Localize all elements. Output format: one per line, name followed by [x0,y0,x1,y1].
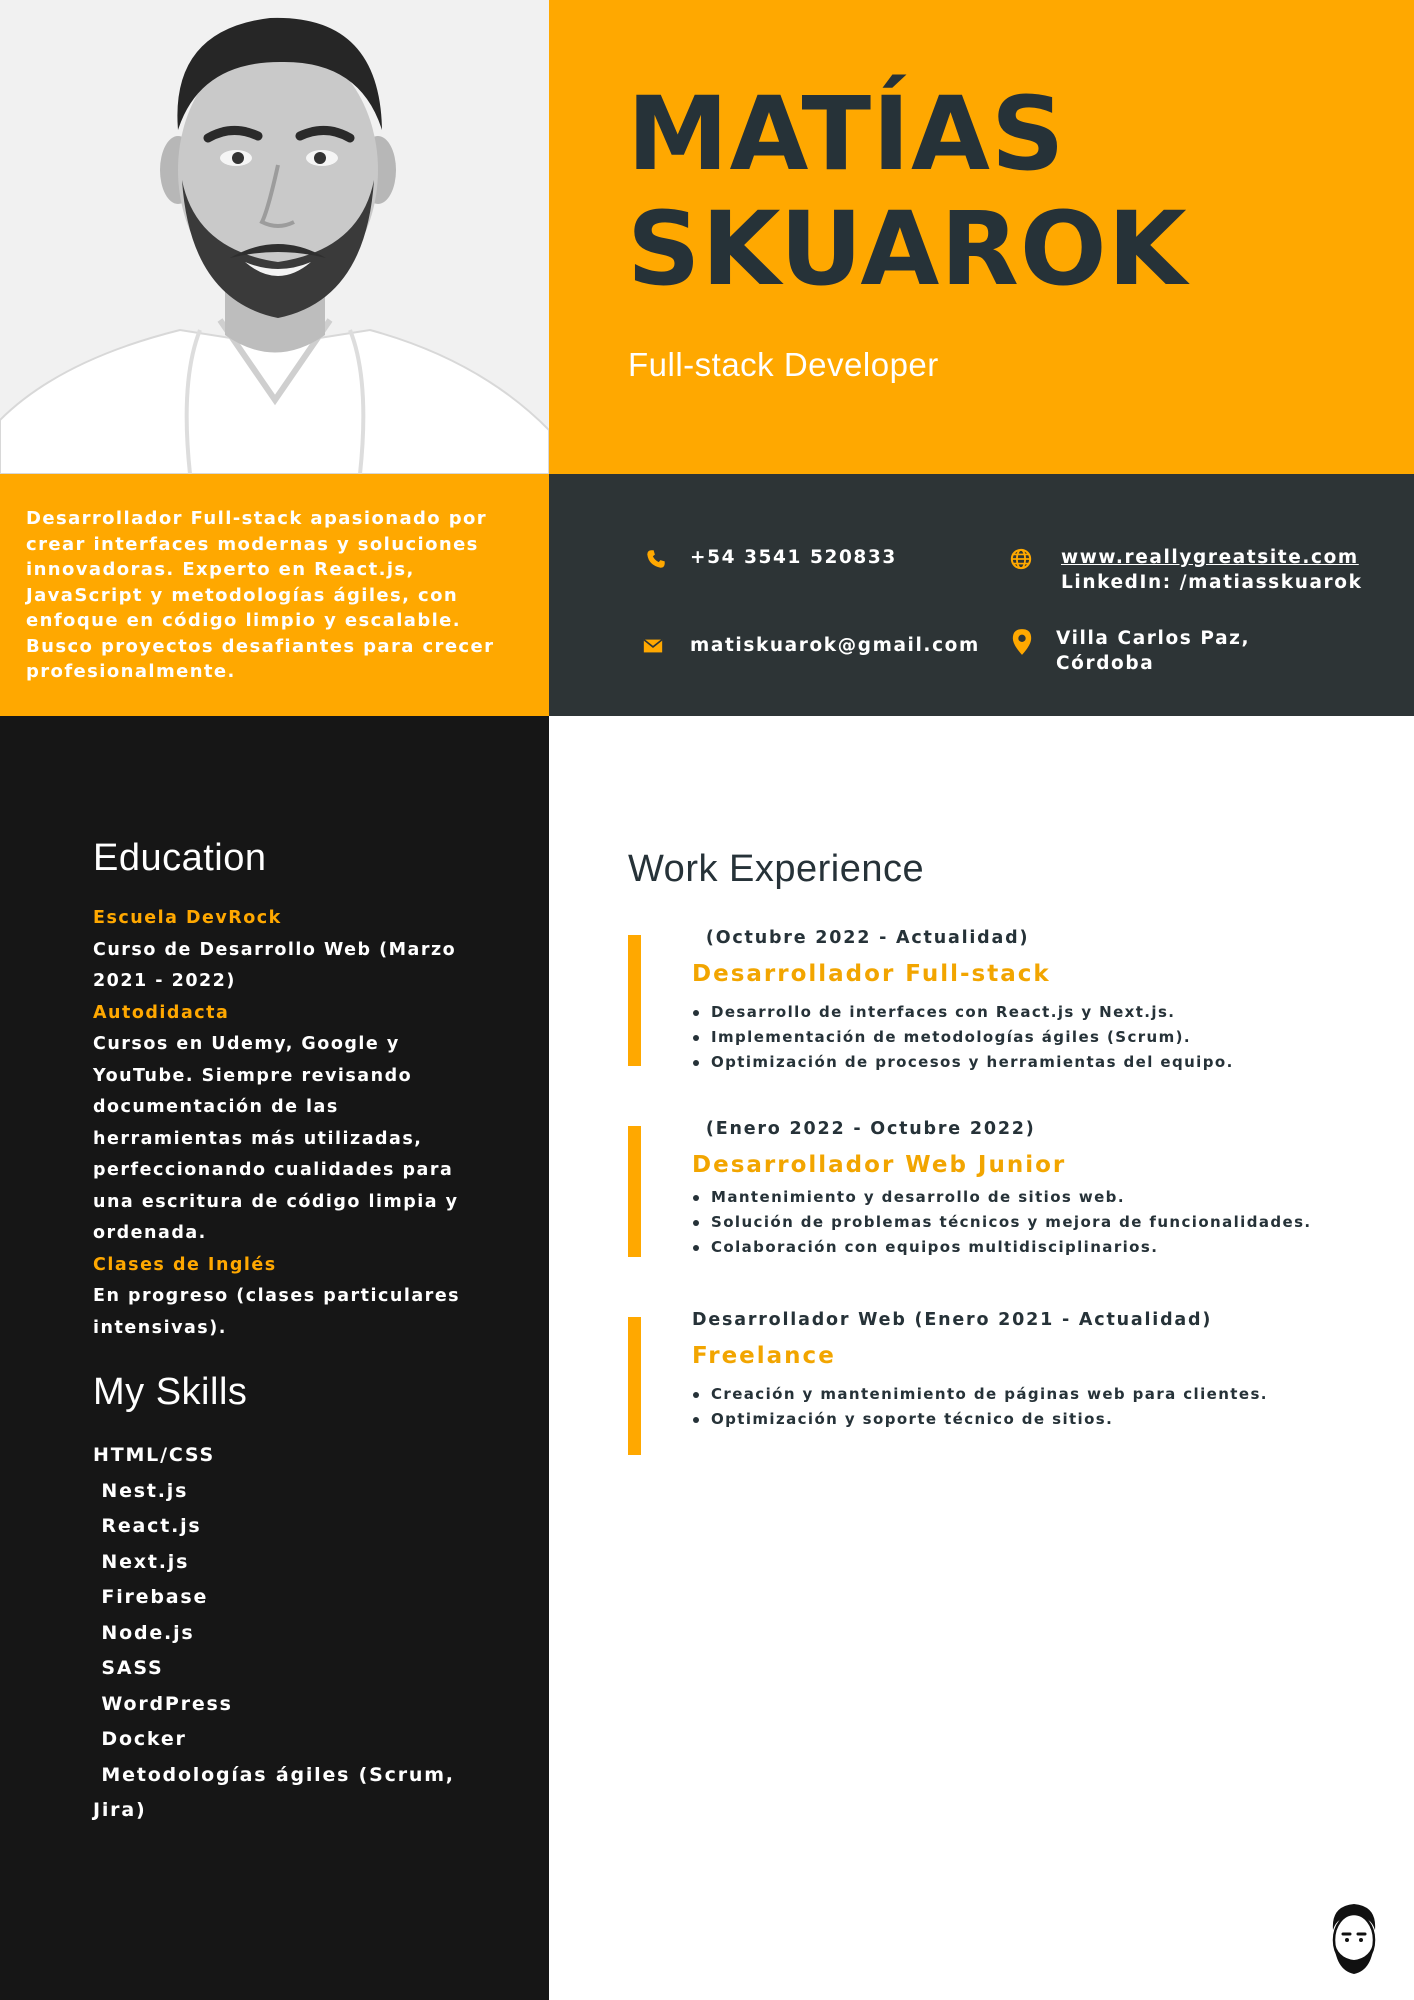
work-experience-title: Work Experience [628,848,925,890]
job-bullet: Mantenimiento y desarrollo de sitios web… [691,1185,1312,1210]
skill-item: Node.js [93,1621,195,1644]
education-description: Curso de Desarrollo Web (Marzo 2021 - 20… [93,939,457,992]
location-province: Córdoba [1056,653,1155,674]
education-school: Clases de Inglés [93,1254,277,1275]
first-name: MATÍAS [627,75,1066,194]
linkedin-link[interactable]: LinkedIn: /matiasskuarok [1061,570,1363,595]
job-period: (Octubre 2022 - Actualidad) [698,928,1030,948]
globe-icon [1010,548,1032,570]
skill-item: WordPress [93,1692,233,1715]
skills-title: My Skills [93,1371,248,1413]
education-title: Education [93,837,267,879]
profile-photo [0,0,549,474]
job-bullets: Creación y mantenimiento de páginas web … [691,1382,1268,1432]
skill-item: HTML/CSS [93,1444,216,1466]
job-bullet: Optimización y soporte técnico de sitios… [691,1407,1268,1432]
job-accent-bar [628,1126,641,1257]
education-school: Escuela DevRock [93,908,282,928]
summary-block: Desarrollador Full-stack apasionado por … [0,474,549,716]
job-period: (Enero 2022 - Octubre 2022) [698,1119,1036,1139]
skills-list: HTML/CSS Nest.js React.js Next.js Fireba… [93,1438,513,1829]
email-address[interactable]: matiskuarok@gmail.com [690,633,980,658]
job-accent-bar [628,1317,641,1455]
job-title: Full-stack Developer [628,346,939,383]
phone-number[interactable]: +54 3541 520833 [690,545,897,570]
education-list: Escuela DevRock Curso de Desarrollo Web … [93,903,493,1344]
job-bullet: Implementación de metodologías ágiles (S… [691,1025,1234,1050]
header-name-block: MATÍAS SKUAROK Full-stack Developer [549,0,1414,474]
phone-icon [647,550,665,568]
bearded-avatar-logo [1332,1904,1376,1974]
job-bullet: Desarrollo de interfaces con React.js y … [691,1000,1234,1025]
job-bullet: Creación y mantenimiento de páginas web … [691,1382,1268,1407]
job-bullet: Optimización de procesos y herramientas … [691,1050,1234,1075]
job-role: Desarrollador Web Junior [692,1152,1067,1178]
education-description: Cursos en Udemy, Google y YouTube. Siemp… [93,1034,459,1243]
location-city: Villa Carlos Paz, [1056,628,1251,649]
job-role: Freelance [692,1343,836,1369]
skill-item: Metodologías ágiles (Scrum, Jira) [93,1763,464,1822]
job-accent-bar [628,935,641,1066]
left-sidebar: Education Escuela DevRock Curso de Desar… [0,716,549,2000]
skill-item: Nest.js [93,1479,189,1502]
skill-item: Docker [93,1728,187,1750]
summary-text: Desarrollador Full-stack apasionado por … [26,508,495,682]
job-bullets: Mantenimiento y desarrollo de sitios web… [691,1185,1312,1260]
mail-icon [643,638,663,653]
skill-item: SASS [93,1657,164,1679]
skill-item: Next.js [93,1550,190,1573]
job-role: Desarrollador Full-stack [692,961,1051,987]
website-link[interactable]: www.reallygreatsite.com [1061,545,1359,570]
contact-block: +54 3541 520833 www.reallygreatsite.com … [549,474,1414,716]
education-school: Autodidacta [93,1002,230,1023]
job-bullet: Solución de problemas técnicos y mejora … [691,1210,1312,1235]
skill-item: Firebase [93,1586,209,1608]
job-bullets: Desarrollo de interfaces con React.js y … [691,1000,1234,1075]
job-bullet: Colaboración con equipos multidisciplina… [691,1235,1312,1260]
job-period: Desarrollador Web (Enero 2021 - Actualid… [692,1310,1213,1330]
last-name: SKUAROK [627,190,1188,309]
skill-item: React.js [93,1515,202,1537]
location-pin-icon [1012,629,1032,655]
education-description: En progreso (clases particulares intensi… [93,1286,461,1338]
